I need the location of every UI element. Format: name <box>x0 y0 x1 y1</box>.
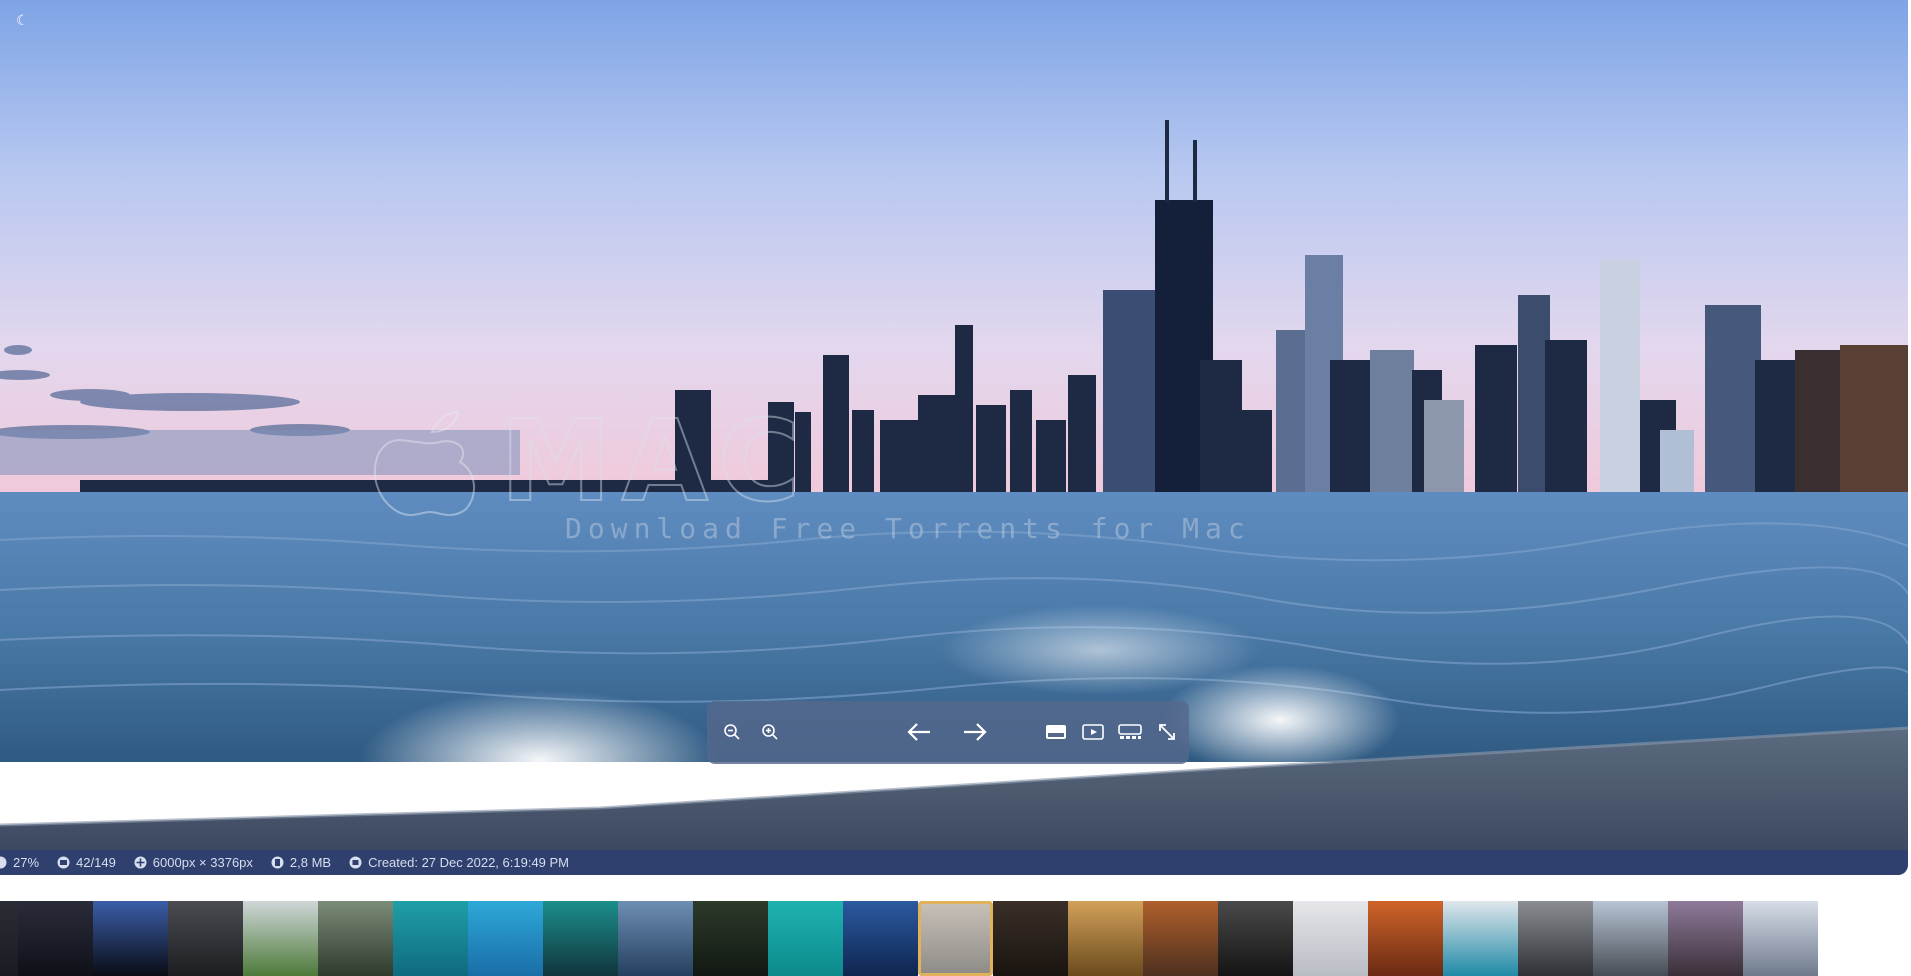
zoom-out-button[interactable] <box>717 717 747 747</box>
zoom-out-icon <box>724 724 740 740</box>
thumbnail-mono-texture[interactable] <box>1218 901 1293 976</box>
previous-button[interactable] <box>904 717 934 747</box>
image-position: 42/149 <box>57 855 116 870</box>
zoom-icon <box>0 856 7 869</box>
thumbnail-starburst[interactable] <box>93 901 168 976</box>
thumbnail-aerial-island[interactable] <box>393 901 468 976</box>
thumbnail-tropical-coast[interactable] <box>468 901 543 976</box>
image-dimensions: 6000px × 3376px <box>134 855 253 870</box>
fullscreen-icon <box>1159 724 1175 740</box>
thumbnail-grey-peaks[interactable] <box>1518 901 1593 976</box>
file-size-icon <box>271 856 284 869</box>
thumbnail-rocky-peak[interactable] <box>1668 901 1743 976</box>
slideshow-icon <box>1082 724 1104 740</box>
filmstrip-icon <box>1118 724 1142 739</box>
arrow-right-icon <box>964 723 987 741</box>
fullscreen-button[interactable] <box>1152 717 1182 747</box>
thumbnail-waterfall[interactable] <box>318 901 393 976</box>
thumbnail-autumn-valley[interactable] <box>1068 901 1143 976</box>
thumbnail-dark-cave[interactable] <box>168 901 243 976</box>
dimensions-icon <box>134 856 147 869</box>
thumbnail-alpine-range[interactable] <box>1593 901 1668 976</box>
file-size-value: 2,8 MB <box>289 855 332 870</box>
viewer-toolbar <box>707 701 1189 764</box>
next-button[interactable] <box>960 717 990 747</box>
thumbnail-city-night[interactable] <box>843 901 918 976</box>
moon-icon[interactable]: ☾ <box>16 12 32 28</box>
dimensions-value: 6000px × 3376px <box>152 855 253 870</box>
calendar-icon <box>349 856 362 869</box>
thumbnail-snowy-mountain[interactable] <box>1743 901 1818 976</box>
zoom-level: 27% <box>0 855 39 870</box>
file-size: 2,8 MB <box>271 855 331 870</box>
thumbnail-glacier-lake[interactable] <box>1443 901 1518 976</box>
thumbnail-orange-path[interactable] <box>1368 901 1443 976</box>
thumbnail-white-abstract[interactable] <box>1293 901 1368 976</box>
slideshow-button[interactable] <box>1078 717 1108 747</box>
single-view-icon <box>1046 725 1066 739</box>
created-date: Created: 27 Dec 2022, 6:19:49 PM <box>349 855 569 870</box>
filmstrip-button[interactable] <box>1115 717 1145 747</box>
thumbnail-night-lights[interactable] <box>993 901 1068 976</box>
position-value: 42/149 <box>76 855 116 870</box>
thumbnail-mountain-lake[interactable] <box>618 901 693 976</box>
zoom-in-button[interactable] <box>755 717 785 747</box>
image-viewer: ☾ MAC Download Free Torrents for Mac 27%… <box>0 0 1908 875</box>
thumbnail-dark-forest[interactable] <box>693 901 768 976</box>
arrow-left-icon <box>907 723 930 741</box>
single-view-button[interactable] <box>1041 717 1071 747</box>
thumbnail-aurora[interactable] <box>543 901 618 976</box>
images-icon <box>57 856 70 869</box>
zoom-in-icon <box>762 724 778 740</box>
thumbnail-night-sky[interactable] <box>18 901 93 976</box>
thumbnail-teal-harbor[interactable] <box>768 901 843 976</box>
filmstrip <box>0 901 1911 976</box>
thumbnail-dark-partial[interactable] <box>0 901 18 976</box>
thumbnail-chicago-skyline[interactable] <box>918 901 993 976</box>
status-bar: 27% 42/149 6000px × 3376px 2,8 MB Create… <box>0 850 1908 875</box>
zoom-value: 27% <box>13 855 40 870</box>
thumbnail-autumn-road[interactable] <box>1143 901 1218 976</box>
created-value: Created: 27 Dec 2022, 6:19:49 PM <box>368 855 570 870</box>
thumbnail-green-mountain[interactable] <box>243 901 318 976</box>
